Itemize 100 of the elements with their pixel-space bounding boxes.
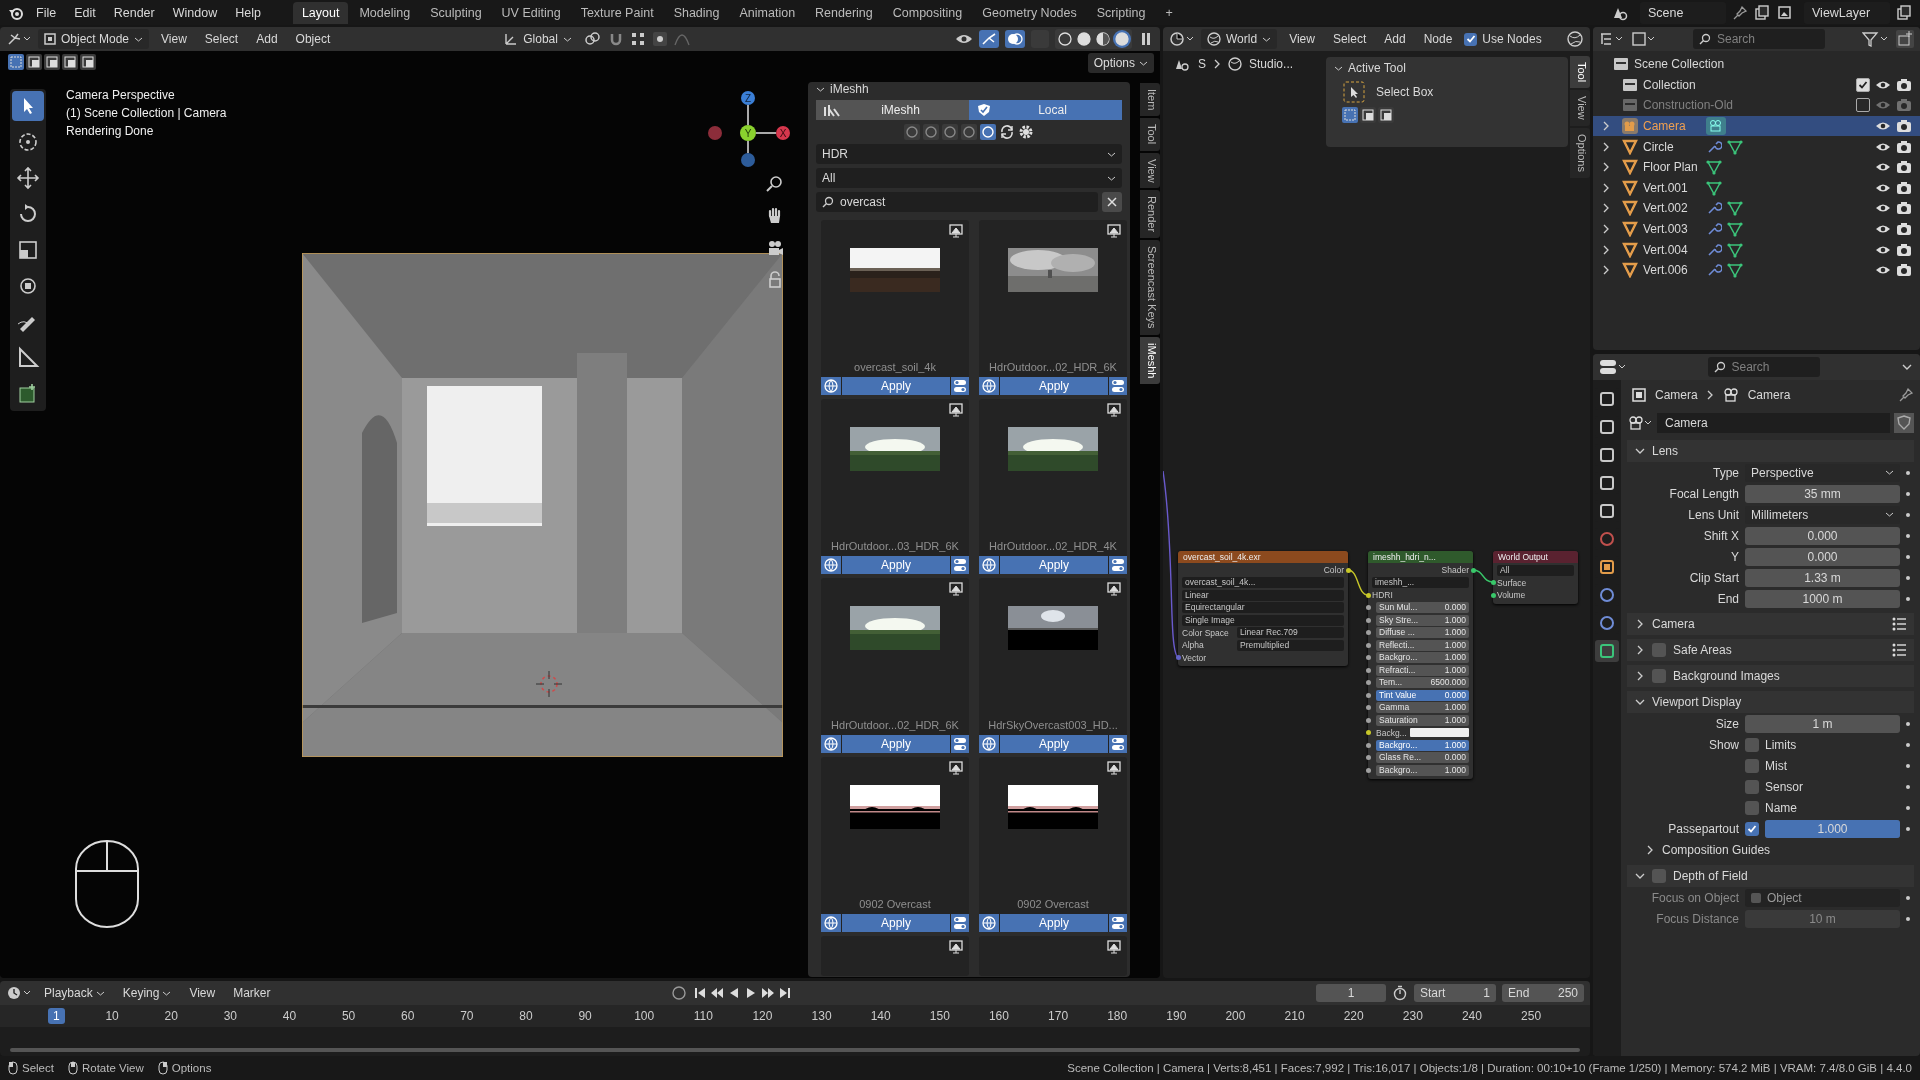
list-icon[interactable] [1892, 643, 1906, 657]
asset-card[interactable]: HdrOutdoor...03_HDR_6K Apply [821, 399, 969, 574]
group-node[interactable] [1368, 551, 1473, 779]
toggle-icon[interactable] [1109, 735, 1127, 753]
chevron-right-icon[interactable] [1635, 645, 1645, 655]
number-field[interactable]: 1 m [1745, 714, 1900, 733]
node-dropdown[interactable]: Premultiplied [1237, 639, 1344, 651]
chevron-down-icon[interactable] [1635, 871, 1645, 881]
mesh-data-icon[interactable] [1727, 262, 1743, 279]
number-field[interactable]: 1.33 m [1745, 568, 1900, 587]
node-number-field[interactable]: Refracti... 1.000 [1376, 664, 1469, 676]
solid-shading-icon[interactable] [1075, 30, 1093, 48]
preview-icon[interactable] [949, 761, 963, 775]
dropdown[interactable]: Millimeters [1745, 505, 1900, 524]
start-frame-field[interactable]: Start 1 [1414, 984, 1496, 1002]
preview-icon[interactable] [949, 403, 963, 417]
wrench-icon[interactable] [1706, 241, 1722, 258]
selection-mode-icon[interactable] [26, 54, 42, 70]
pin-icon[interactable] [1732, 4, 1748, 21]
settings-icon[interactable] [1018, 124, 1034, 140]
menu-item[interactable]: Object [289, 32, 337, 46]
menu-item[interactable]: Select [1326, 32, 1373, 46]
menu-item[interactable]: Keying [116, 986, 178, 1000]
menu-item[interactable]: View [183, 986, 222, 1000]
node-number-field[interactable]: Sky Stre... 1.000 [1376, 614, 1469, 626]
checkbox[interactable]: Name [1745, 800, 1900, 815]
wrench-icon[interactable] [1706, 138, 1722, 155]
options-dropdown[interactable]: Options [1087, 53, 1154, 73]
chevron-right-icon[interactable] [1602, 141, 1610, 152]
record-icon[interactable] [670, 985, 687, 1001]
outliner-item[interactable]: Collection [1643, 77, 1701, 92]
zoom-icon[interactable] [765, 174, 785, 194]
outliner-item[interactable]: Vert.004 [1643, 242, 1701, 257]
mesh-data-icon[interactable] [1706, 159, 1722, 176]
sidebar-tab[interactable]: Options [1570, 127, 1590, 178]
playhead[interactable]: 1 [48, 1008, 65, 1024]
chevron-right-icon[interactable] [1635, 619, 1645, 629]
preview-icon[interactable] [949, 582, 963, 596]
chevron-right-icon[interactable] [1602, 244, 1610, 255]
apply-button[interactable]: Apply [1000, 735, 1108, 753]
grid-icon[interactable] [629, 31, 646, 47]
asset-card[interactable]: 0902 Overcast Apply [821, 757, 969, 932]
outliner-item[interactable]: Scene Collection [1634, 57, 1725, 72]
overlay-icon[interactable] [1005, 30, 1025, 48]
clear-search-button[interactable] [1102, 192, 1122, 212]
outliner-item[interactable]: Vert.002 [1643, 201, 1701, 216]
axis-handle[interactable]: X [776, 126, 790, 140]
chevron-right-icon[interactable] [1602, 203, 1610, 214]
outliner-item[interactable]: Vert.001 [1643, 180, 1701, 195]
apply-button[interactable]: Apply [842, 556, 950, 574]
source-toggle[interactable]: iMeshh [816, 100, 969, 120]
properties-editor-icon[interactable] [1599, 358, 1627, 376]
preview-icon[interactable] [1107, 761, 1121, 775]
color-swatch[interactable] [1409, 728, 1469, 737]
node-number-field[interactable]: Sun Mul... 0.000 [1376, 602, 1469, 613]
preview-icon[interactable] [1107, 940, 1121, 954]
cursor-tool-icon[interactable] [12, 91, 44, 121]
asset-card[interactable]: 0902 Overcast Apply [979, 757, 1127, 932]
material-shading-icon[interactable] [1094, 30, 1112, 48]
selection-mode-icon[interactable] [44, 54, 60, 70]
apply-button[interactable]: Apply [1000, 914, 1108, 932]
breadcrumb-item[interactable]: Studio... [1249, 57, 1294, 71]
group-selector[interactable]: imeshh_... [1372, 577, 1469, 588]
add-workspace-button[interactable]: + [1156, 1, 1182, 24]
number-field[interactable]: 0.000 [1745, 526, 1900, 545]
node-number-field[interactable]: Tint Value 0.000 [1376, 689, 1469, 701]
workspace-tab[interactable]: Modeling [350, 1, 420, 24]
selection-mode-icon[interactable] [62, 54, 78, 70]
shield-icon[interactable] [1894, 413, 1914, 433]
panel-title[interactable]: Safe Areas [1673, 643, 1732, 657]
camera-data-icon[interactable] [1627, 415, 1653, 431]
checkbox[interactable] [1745, 821, 1759, 836]
toggle-icon[interactable] [951, 735, 969, 753]
outliner-icon[interactable] [1599, 31, 1625, 47]
sidebar-tab[interactable]: Render [1140, 190, 1160, 239]
sidebar-tab[interactable]: Tool [1570, 56, 1590, 89]
panel-title[interactable]: Composition Guides [1662, 843, 1771, 857]
sidebar-tab[interactable]: iMeshh [1140, 336, 1160, 385]
workspace-tab[interactable]: Shading [664, 1, 729, 24]
type-dropdown[interactable]: HDR [816, 144, 1122, 164]
checkbox[interactable] [1652, 869, 1666, 883]
menu-item[interactable]: File [30, 5, 63, 20]
dropdown[interactable]: Perspective [1745, 463, 1900, 482]
view-layer-field[interactable]: ViewLayer [1804, 1, 1890, 24]
next-key-icon[interactable] [760, 986, 775, 1000]
axis-handle[interactable]: Y [740, 125, 756, 141]
chevron-down-icon[interactable] [1635, 446, 1645, 456]
menu-item[interactable]: Render [107, 5, 161, 20]
number-field[interactable]: 0.000 [1745, 547, 1900, 566]
selection-mode-icon[interactable] [1360, 107, 1376, 123]
breadcrumb-item[interactable]: S [1198, 57, 1206, 71]
workspace-tab[interactable]: Sculpting [421, 1, 491, 24]
workspace-tab[interactable]: Geometry Nodes [973, 1, 1086, 24]
mesh-data-icon[interactable] [1727, 221, 1743, 238]
mode-dropdown[interactable]: Object Mode [38, 29, 150, 49]
wireframe-shading-icon[interactable] [1056, 30, 1074, 48]
menu-item[interactable]: Playback [38, 986, 111, 1000]
node-dropdown[interactable]: All [1497, 564, 1574, 576]
asset-card[interactable]: HdrOutdoor...02_HDR_6K Apply [821, 578, 969, 753]
panel-title[interactable]: Lens [1652, 444, 1679, 458]
